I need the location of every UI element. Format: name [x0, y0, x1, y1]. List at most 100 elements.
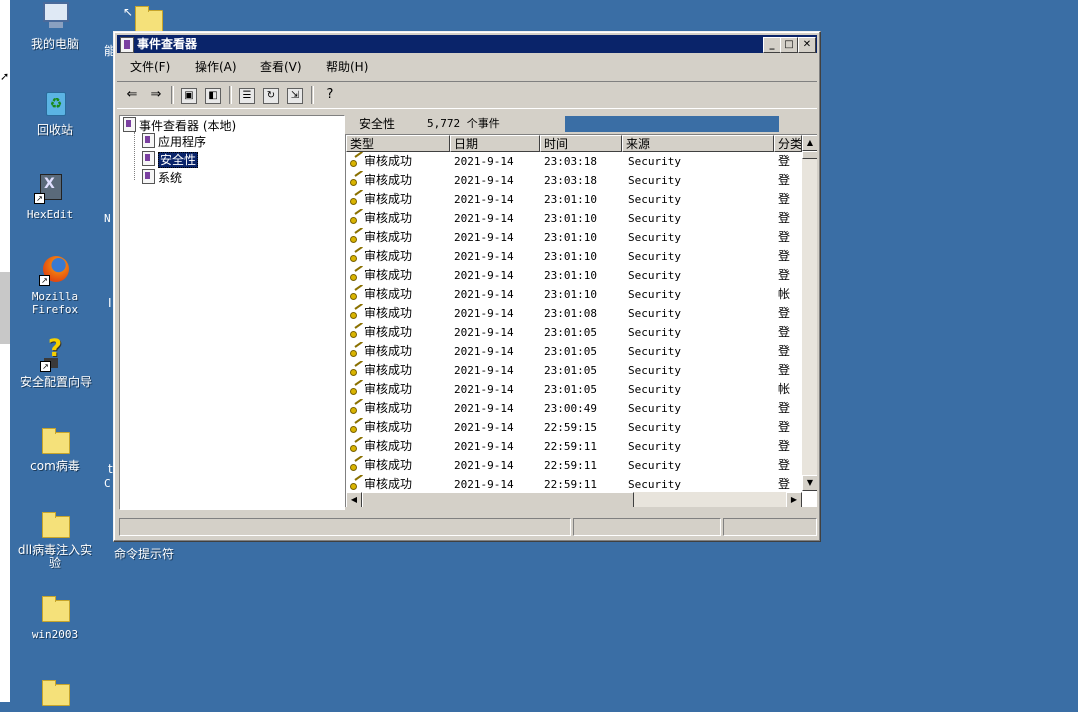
up-folder-icon[interactable]: ▣	[181, 88, 197, 104]
events-list[interactable]: 类型 日期 时间 来源 分类 审核成功 2021-9-14 23:03:18 Secu…	[345, 134, 817, 507]
audit-success-key-icon	[350, 325, 364, 338]
table-row[interactable]: 审核成功 2021-9-14 22:59:11 Security 登	[346, 437, 802, 456]
cell-type: 审核成功	[350, 399, 450, 418]
cell-category: 登	[778, 344, 791, 358]
table-row[interactable]: 审核成功 2021-9-14 23:03:18 Security 登	[346, 152, 802, 171]
forward-arrow-icon[interactable]: ⇒	[147, 86, 165, 104]
title-bar[interactable]: 事件查看器 _ □ ✕	[117, 35, 817, 53]
audit-success-key-icon	[350, 192, 364, 205]
event-type-label: 审核成功	[364, 287, 413, 301]
cell-time: 23:03:18	[544, 174, 597, 187]
table-row[interactable]: 审核成功 2021-9-14 23:03:18 Security 登	[346, 171, 802, 190]
audit-success-key-icon	[350, 477, 364, 490]
tree-item-system[interactable]: 系统	[142, 169, 182, 185]
cell-date: 2021-9-14	[454, 193, 514, 206]
back-arrow-icon[interactable]: ⇐	[123, 86, 141, 104]
tree-root[interactable]: 事件查看器 (本地)	[123, 117, 236, 133]
maximize-button[interactable]: □	[780, 37, 798, 53]
desktop-icon-hexedit[interactable]: X ↗ HexEdit	[10, 172, 90, 221]
cell-type: 审核成功	[350, 456, 450, 475]
folder-icon	[39, 508, 71, 540]
desktop-icon-com-virus[interactable]: com病毒	[15, 424, 95, 473]
table-row[interactable]: 审核成功 2021-9-14 23:01:10 Security 登	[346, 266, 802, 285]
menu-view[interactable]: 查看(V)	[260, 56, 302, 78]
desktop-icon-cmd[interactable]: 命令提示符	[104, 548, 184, 561]
table-row[interactable]: 审核成功 2021-9-14 23:01:10 Security 登	[346, 190, 802, 209]
cell-date: 2021-9-14	[454, 421, 514, 434]
desktop-icon-folder-bottom[interactable]	[15, 676, 95, 712]
tree-item-security[interactable]: 安全性	[142, 151, 199, 168]
scroll-left-button[interactable]: ◀	[346, 492, 362, 507]
cell-date: 2021-9-14	[454, 269, 514, 282]
cell-category: 帐	[778, 382, 791, 396]
toolbar-separator	[311, 86, 314, 104]
column-header-source[interactable]: 来源	[622, 135, 774, 152]
table-row[interactable]: 审核成功 2021-9-14 23:01:10 Security 登	[346, 247, 802, 266]
menu-help[interactable]: 帮助(H)	[326, 56, 368, 78]
partial-label: I	[108, 296, 112, 310]
table-row[interactable]: 审核成功 2021-9-14 23:01:05 Security 登	[346, 323, 802, 342]
help-icon[interactable]: ?	[321, 86, 339, 104]
properties-icon[interactable]: ☰	[239, 88, 255, 104]
show-hide-tree-icon[interactable]: ◧	[205, 88, 221, 104]
partial-label: C	[104, 477, 111, 490]
minimize-button[interactable]: _	[763, 37, 781, 53]
desktop-icon-win2003[interactable]: win2003	[15, 592, 95, 641]
table-row[interactable]: 审核成功 2021-9-14 23:01:08 Security 登	[346, 304, 802, 323]
audit-success-key-icon	[350, 458, 364, 471]
cell-category: 登	[778, 268, 791, 282]
event-type-label: 审核成功	[364, 344, 413, 358]
table-row[interactable]: 审核成功 2021-9-14 22:59:11 Security 登	[346, 456, 802, 475]
vertical-scrollbar[interactable]: ▲ ▼	[802, 135, 817, 491]
menu-file[interactable]: 文件(F)	[130, 56, 170, 78]
scroll-up-button[interactable]: ▲	[802, 135, 817, 151]
column-header-type[interactable]: 类型	[346, 135, 450, 152]
audit-success-key-icon	[350, 420, 364, 433]
table-row[interactable]: 审核成功 2021-9-14 23:01:10 Security 登	[346, 228, 802, 247]
scroll-thumb[interactable]	[802, 151, 817, 159]
table-row[interactable]: 审核成功 2021-9-14 22:59:15 Security 登	[346, 418, 802, 437]
desktop-icon-firefox[interactable]: ↗ Mozilla Firefox	[15, 254, 95, 316]
column-header-date[interactable]: 日期	[450, 135, 540, 152]
event-viewer-window[interactable]: 事件查看器 _ □ ✕ 文件(F) 操作(A) 查看(V) 帮助(H) ⇐ ⇒ …	[113, 31, 821, 542]
export-list-icon[interactable]: ⇲	[287, 88, 303, 104]
event-type-label: 审核成功	[364, 230, 413, 244]
table-row[interactable]: 审核成功 2021-9-14 23:01:10 Security 登	[346, 209, 802, 228]
desktop-icon-dll-injection[interactable]: dll病毒注入实验	[15, 508, 95, 570]
menu-action[interactable]: 操作(A)	[195, 56, 237, 78]
audit-success-key-icon	[350, 344, 364, 357]
table-row[interactable]: 审核成功 2021-9-14 23:01:05 Security 登	[346, 342, 802, 361]
desktop-icon-recycle-bin[interactable]: ♻ 回收站	[15, 88, 95, 137]
progress-bar	[565, 116, 779, 132]
cell-type: 审核成功	[350, 171, 450, 190]
folder-icon	[39, 592, 71, 624]
table-row[interactable]: 审核成功 2021-9-14 23:01:10 Security 帐	[346, 285, 802, 304]
scroll-down-button[interactable]: ▼	[802, 475, 817, 491]
h-scroll-thumb[interactable]	[362, 492, 634, 507]
tree-pane: 事件查看器 (本地) 应用程序 安全性 系统	[119, 115, 345, 510]
table-row[interactable]: 审核成功 2021-9-14 23:00:49 Security 登	[346, 399, 802, 418]
column-header-time[interactable]: 时间	[540, 135, 622, 152]
column-header-category[interactable]: 分类	[774, 135, 802, 152]
event-type-label: 审核成功	[364, 268, 413, 282]
scroll-right-button[interactable]: ▶	[786, 492, 802, 507]
cell-category: 登	[778, 173, 791, 187]
folder-icon	[39, 676, 71, 708]
table-row[interactable]: 审核成功 2021-9-14 23:01:05 Security 帐	[346, 380, 802, 399]
tree-item-application[interactable]: 应用程序	[142, 133, 206, 149]
cell-type: 审核成功	[350, 228, 450, 247]
cell-category: 登	[778, 458, 791, 472]
cell-type: 审核成功	[350, 209, 450, 228]
cell-source: Security	[628, 307, 681, 320]
desktop-icon-my-computer[interactable]: 我的电脑	[15, 2, 95, 51]
security-wizard-icon: ? ↗	[40, 336, 72, 372]
cell-source: Security	[628, 193, 681, 206]
refresh-icon[interactable]: ↻	[263, 88, 279, 104]
horizontal-scrollbar[interactable]: ◀ ▶	[346, 492, 802, 507]
event-type-label: 审核成功	[364, 211, 413, 225]
desktop-icon-security-wizard[interactable]: ? ↗ 安全配置向导	[16, 336, 96, 389]
toolbar: ⇐ ⇒ ▣ ◧ ☰ ↻ ⇲ ?	[117, 81, 817, 109]
cell-date: 2021-9-14	[454, 212, 514, 225]
table-row[interactable]: 审核成功 2021-9-14 23:01:05 Security 登	[346, 361, 802, 380]
close-button[interactable]: ✕	[798, 37, 816, 53]
